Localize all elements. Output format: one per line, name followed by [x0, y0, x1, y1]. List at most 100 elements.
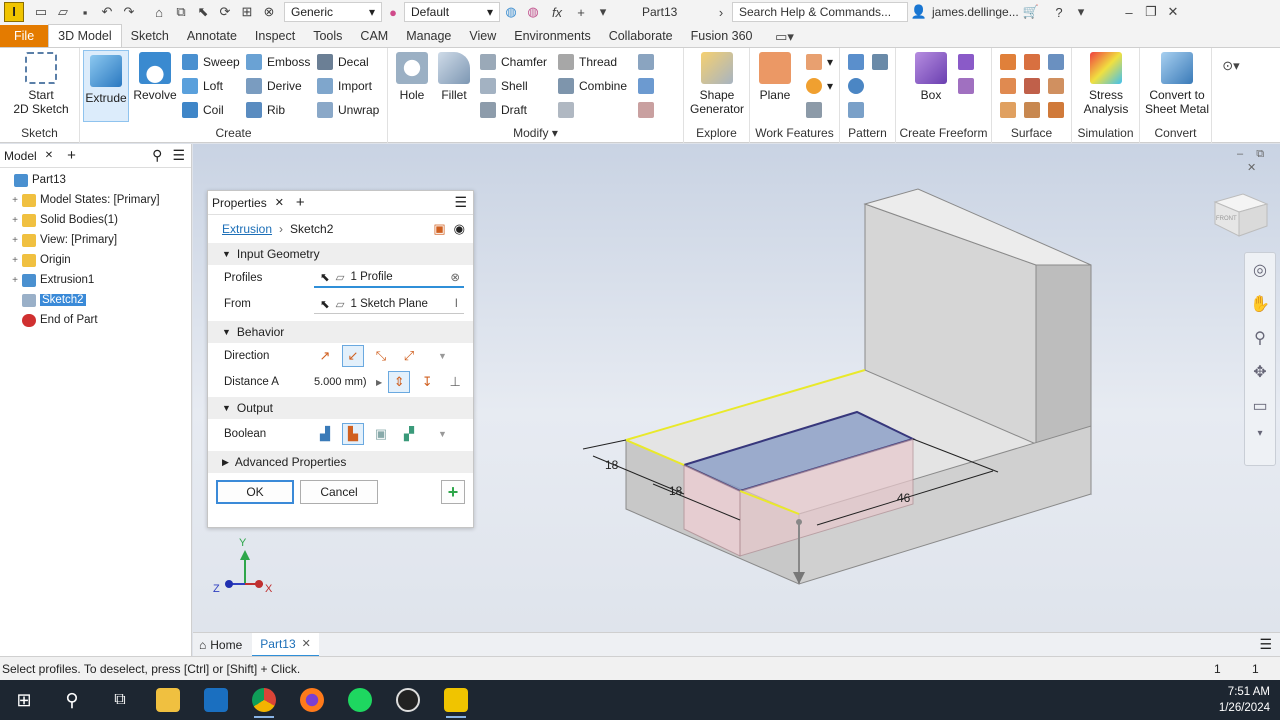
measure-icon[interactable]: ⊞ — [236, 2, 258, 22]
sketch-pattern-icon[interactable] — [848, 100, 869, 120]
patch-icon[interactable] — [1048, 52, 1069, 72]
tree-item[interactable]: + Extrusion1 — [0, 270, 191, 290]
doc-tab-part13[interactable]: Part13 ✕ — [252, 632, 319, 657]
offset-icon[interactable]: I — [455, 298, 458, 310]
save-icon[interactable]: ▪ — [74, 2, 96, 22]
thread-button[interactable]: Thread — [558, 52, 617, 72]
properties-icon[interactable]: ⧉ — [170, 2, 192, 22]
tree-item[interactable]: + Solid Bodies(1) — [0, 210, 191, 230]
help-icon[interactable]: ? — [1048, 2, 1070, 22]
tab-fusion-360[interactable]: Fusion 360 — [682, 25, 762, 47]
appearance-dropdown[interactable]: Default ▾ — [404, 2, 500, 22]
tree-item[interactable]: + View: [Primary] — [0, 230, 191, 250]
point-icon[interactable]: ▾ — [806, 76, 833, 96]
import-button[interactable]: Import — [317, 76, 372, 96]
shape-generator-button[interactable]: Shape Generator — [688, 52, 746, 116]
boolean-intersect-button[interactable]: ▣ — [370, 423, 392, 445]
draft-button[interactable]: Draft — [480, 100, 527, 120]
customize-icon[interactable]: ▾ — [592, 2, 614, 22]
tab-sketch[interactable]: Sketch — [122, 25, 178, 47]
clear-icon[interactable]: ⊗ — [450, 270, 460, 284]
circular-pattern-icon[interactable] — [848, 76, 869, 96]
search-icon[interactable]: ⚲ — [152, 147, 162, 164]
extrude-button[interactable]: Extrude — [83, 50, 129, 122]
tree-item[interactable]: + Origin — [0, 250, 191, 270]
minimize-icon[interactable]: – — [1118, 2, 1140, 22]
decal-button[interactable]: Decal — [317, 52, 369, 72]
add-tab-icon[interactable]: + — [67, 147, 76, 164]
expand-icon[interactable]: + — [10, 235, 20, 246]
menu-icon[interactable]: ☰ — [172, 147, 185, 164]
browser-tab-model[interactable]: Model — [4, 149, 37, 163]
tab-file[interactable]: File — [0, 25, 49, 47]
clear-icon[interactable]: ◍ — [522, 2, 544, 22]
section-input-geometry[interactable]: ▼ Input Geometry — [208, 243, 473, 265]
start-2d-sketch-button[interactable]: Start 2D Sketch — [8, 52, 74, 116]
repair-icon[interactable] — [1048, 100, 1069, 120]
convert-sheet-metal-button[interactable]: Convert to Sheet Metal — [1142, 52, 1212, 116]
chevron-down-icon[interactable]: ▼ — [438, 351, 447, 361]
file-explorer-icon[interactable] — [144, 680, 192, 720]
recorder-icon[interactable] — [384, 680, 432, 720]
zoom-icon[interactable]: ⚲ — [1245, 321, 1275, 355]
direction-asymmetric-button[interactable]: ⤢ — [398, 345, 420, 367]
hole-button[interactable]: Hole — [392, 52, 432, 102]
derive-button[interactable]: Derive — [246, 76, 302, 96]
combine-button[interactable]: Combine — [558, 76, 627, 96]
open-icon[interactable]: ▱ — [52, 2, 74, 22]
profiles-field[interactable]: ⬉ ▱ 1 Profile ⊗ — [314, 268, 464, 288]
user-icon[interactable]: 👤 — [908, 2, 930, 22]
direction-default-button[interactable]: ↗ — [314, 345, 336, 367]
emboss-button[interactable]: Emboss — [246, 52, 310, 72]
tab-inspect[interactable]: Inspect — [246, 25, 304, 47]
doc-tab-home[interactable]: ⌂ Home — [193, 633, 252, 657]
redo-icon[interactable]: ↷ — [118, 2, 140, 22]
boolean-new-solid-button[interactable]: ▞ — [398, 423, 420, 445]
breadcrumb-link[interactable]: Extrusion — [222, 222, 272, 236]
undo-icon[interactable]: ↶ — [96, 2, 118, 22]
thicken-icon[interactable] — [1000, 52, 1021, 72]
tab-environments[interactable]: Environments — [505, 25, 599, 47]
eye-icon[interactable]: ◉ — [454, 221, 465, 237]
freeform-face-icon[interactable] — [958, 52, 979, 72]
expand-icon[interactable]: + — [10, 275, 20, 286]
close-view-icon[interactable]: ✕ — [1247, 162, 1256, 174]
inventor-icon[interactable] — [432, 680, 480, 720]
tab-manage[interactable]: Manage — [397, 25, 460, 47]
extent-distance-button[interactable]: ⇕ — [388, 371, 411, 393]
home-icon[interactable]: ⌂ — [148, 2, 170, 22]
material-icon[interactable]: ⊗ — [258, 2, 280, 22]
task-view-icon[interactable]: ⧉ — [96, 680, 144, 720]
select-icon[interactable]: ⬉ — [192, 2, 214, 22]
tab-cam[interactable]: CAM — [351, 25, 397, 47]
orbit-icon[interactable]: ✥ — [1245, 355, 1275, 389]
app-logo[interactable]: I — [4, 2, 24, 22]
from-field[interactable]: ⬉ ▱ 1 Sketch Plane I — [314, 294, 464, 314]
tab-3d-model[interactable]: 3D Model — [48, 24, 122, 47]
close-icon[interactable]: ✕ — [1162, 2, 1184, 22]
coil-button[interactable]: Coil — [182, 100, 224, 120]
appearance-icon[interactable]: ● — [382, 2, 404, 22]
close-icon[interactable]: ✕ — [302, 637, 311, 650]
properties-title[interactable]: Properties — [212, 196, 267, 210]
chevron-down-icon[interactable]: ▾ — [1070, 2, 1092, 22]
distance-input[interactable]: 5.000 mm) — [314, 376, 372, 388]
material-dropdown[interactable]: Generic ▾ — [284, 2, 382, 22]
menu-icon[interactable]: ☰ — [1259, 636, 1272, 653]
cancel-button[interactable]: Cancel — [300, 480, 378, 504]
expand-icon[interactable]: + — [10, 215, 20, 226]
viewcube-label[interactable]: FRONT — [1216, 216, 1237, 222]
axis-icon[interactable]: ▾ — [806, 52, 833, 72]
update-icon[interactable]: ⟳ — [214, 2, 236, 22]
add-tab-icon[interactable]: + — [296, 194, 305, 211]
dimension-label-1[interactable]: 18 — [605, 458, 618, 472]
ok-button[interactable]: OK — [216, 480, 294, 504]
split-icon[interactable] — [558, 100, 579, 120]
section-output[interactable]: ▼ Output — [208, 397, 473, 419]
fillet-button[interactable]: Fillet — [434, 52, 474, 102]
extent-to-button[interactable]: ↧ — [416, 371, 438, 393]
search-input[interactable]: Search Help & Commands... — [732, 2, 908, 22]
tab-collaborate[interactable]: Collaborate — [600, 25, 682, 47]
ribbon-more-icon[interactable]: ⊙▾ — [1218, 56, 1244, 76]
replace-face-icon[interactable] — [1024, 100, 1045, 120]
